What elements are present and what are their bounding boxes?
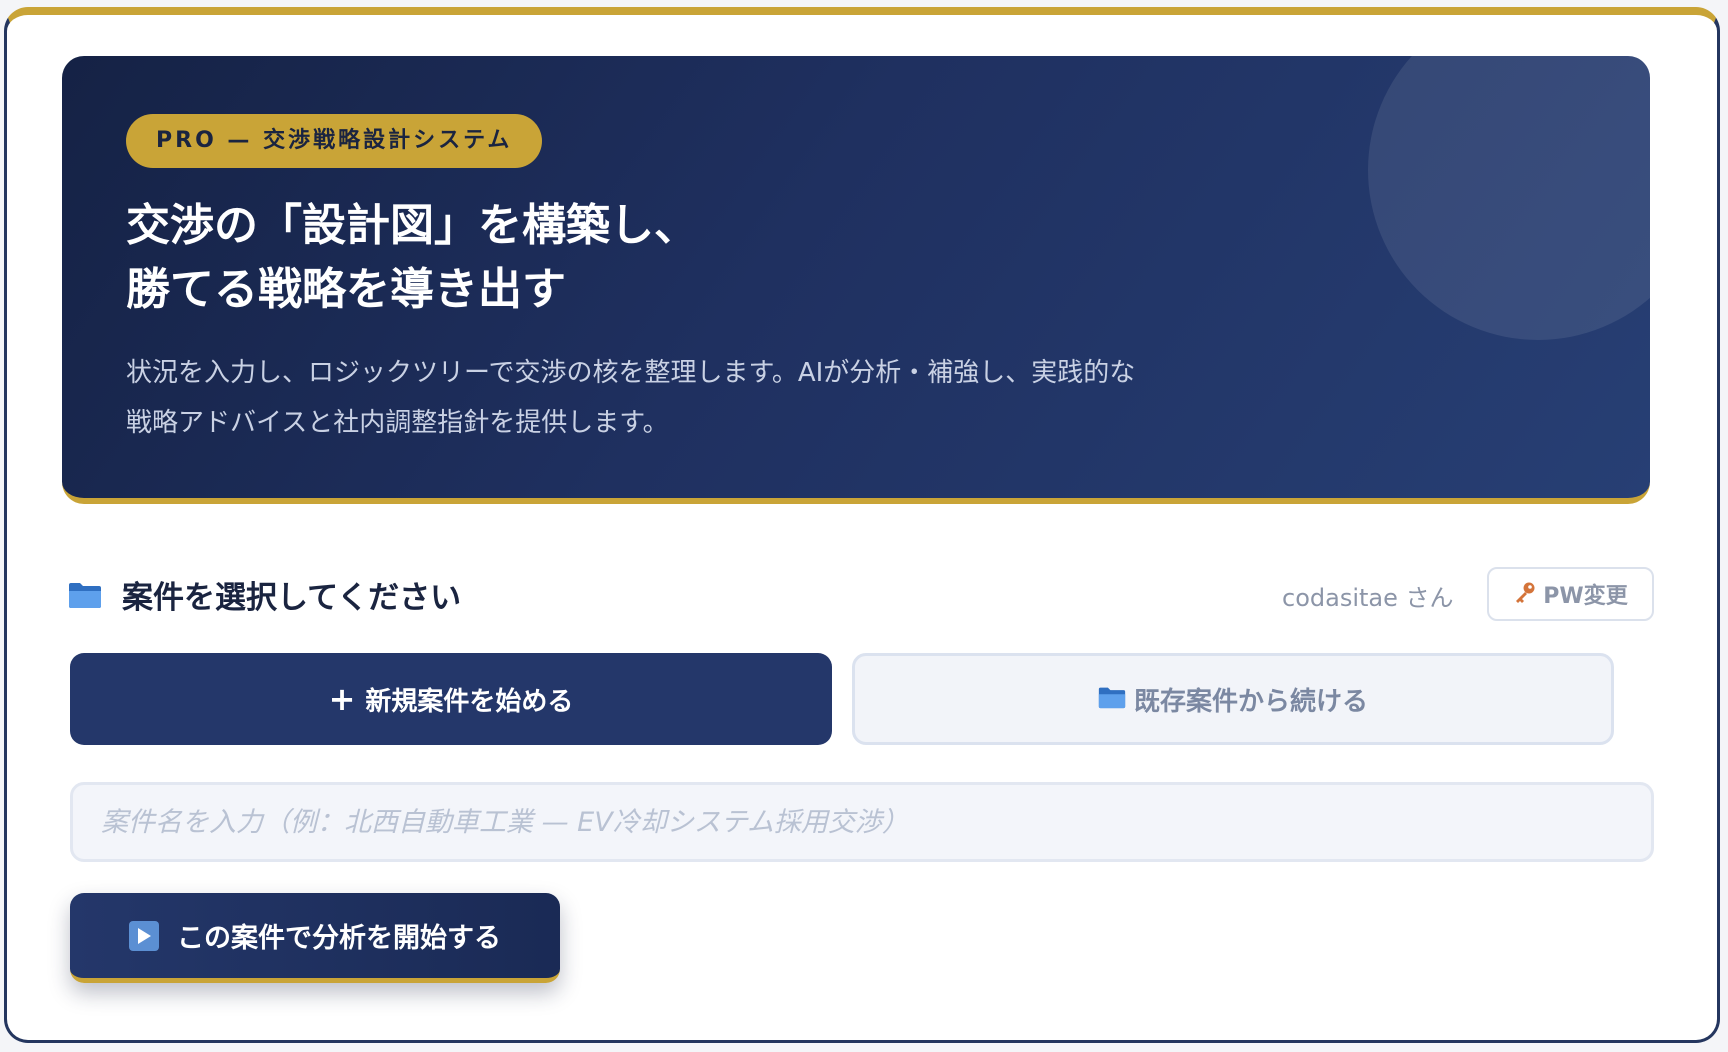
start-analysis-button[interactable]: この案件で分析を開始する [70,893,560,983]
folder-icon [68,581,102,609]
hero-description-line-2: 戦略アドバイスと社内調整指針を提供します。 [126,408,669,438]
hero-title-line-1: 交渉の「設計図」を構築し、 [126,200,698,251]
continue-case-button[interactable]: 既存案件から続ける [852,653,1614,745]
change-password-button[interactable]: PW変更 [1487,567,1654,621]
play-icon [129,920,159,951]
folder-icon [1098,686,1126,713]
hero-title-line-2: 勝てる戦略を導き出す [126,264,566,315]
decorative-circle [1368,56,1650,340]
pro-badge: PRO — 交渉戦略設計システム [126,114,543,168]
hero-title: 交渉の「設計図」を構築し、 勝てる戦略を導き出す [126,194,698,322]
hero-banner: PRO — 交渉戦略設計システム 交渉の「設計図」を構築し、 勝てる戦略を導き出… [62,56,1650,504]
new-case-label: 新規案件を始める [365,686,574,717]
hero-description: 状況を入力し、ロジックツリーで交渉の核を整理します。AIが分析・補強し、実践的な… [126,348,1326,448]
section-title: 案件を選択してください [122,580,462,616]
new-case-button[interactable]: + 新規案件を始める [70,653,832,745]
hero-description-line-1: 状況を入力し、ロジックツリーで交渉の核を整理します。AIが分析・補強し、実践的な [126,358,1136,388]
section-header: 案件を選択してください [68,572,461,617]
user-name: codasitae さん [1282,584,1454,612]
start-analysis-label: この案件で分析を開始する [177,923,501,954]
continue-case-label: 既存案件から続ける [1133,686,1368,717]
case-name-input[interactable] [70,782,1654,862]
change-password-label: PW変更 [1543,584,1628,609]
key-icon [1513,580,1537,608]
plus-icon: + [328,680,356,718]
